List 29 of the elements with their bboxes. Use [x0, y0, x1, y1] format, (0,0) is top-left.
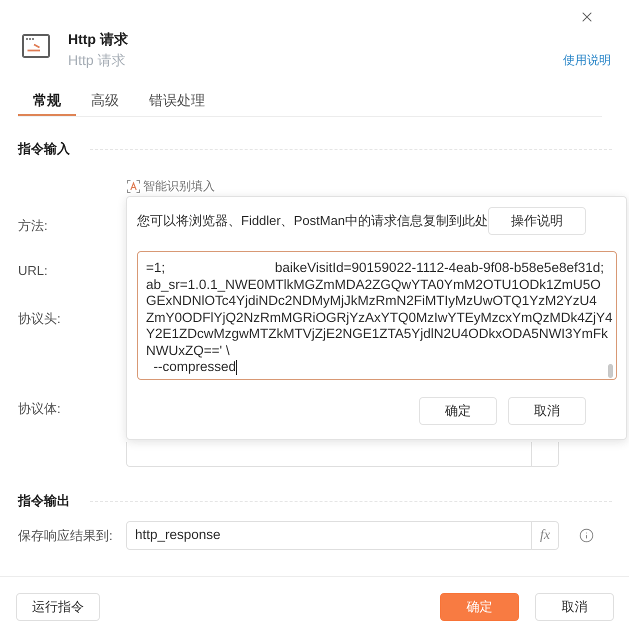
browser-window-icon [22, 34, 50, 58]
help-link[interactable]: 使用说明 [563, 49, 611, 71]
cancel-button[interactable]: 取消 [535, 593, 614, 621]
tab[interactable]: 错误处理 [134, 87, 220, 116]
smart-fill-button[interactable]: 智能识别填入 [127, 178, 215, 194]
dialog-title: Http 请求 [68, 30, 128, 49]
section-title: 指令输入 [18, 140, 70, 158]
run-command-button[interactable]: 运行指令 [16, 593, 100, 621]
request-text-field[interactable]: =1; baikeVisitId=90159022-1112-4eab-9f08-b58e5e8ef31d; ab_sr=1.0.1_NWE0MTlkMGZmMDA2ZGQwYTA0YmM2OTU1ODk1ZmU5O GExNDNlOTc4YjdiNDc2NDMyMjJkMzRmN2FiMTIyMzUwOTQ1YzM2YzU4 ZmY0ODFlYjQ2NzRmMGRiOGRjYzAxYTQ0MzIwYTEyMzcxYmQzMDk4ZjY4 Y2E1ZDcwMzgwMTZkMTVjZjE2NGE1ZTA5YjdlN2U4ODkxODA5NWI3YmFk NWUxZQ==' \ --compressed [137, 251, 617, 380]
dialog-subtitle: Http 请求 [68, 51, 127, 70]
function-button[interactable]: fx [531, 522, 558, 549]
field-label: 协议头: [18, 310, 61, 328]
tab[interactable]: 高级 [76, 87, 134, 116]
tab[interactable]: 常规 [18, 87, 76, 116]
text-cursor-icon [236, 360, 238, 375]
field-label: 保存响应结果到: [18, 528, 113, 542]
scrollbar[interactable] [608, 364, 613, 378]
scan-text-icon [127, 180, 140, 192]
body-field[interactable] [126, 442, 559, 467]
popover-cancel-button[interactable]: 取消 [508, 397, 586, 425]
field-label: URL: [18, 262, 48, 280]
section-title: 指令输出 [18, 492, 70, 510]
output-variable-field[interactable]: http_response fx [126, 521, 559, 550]
info-icon[interactable] [579, 528, 594, 543]
field-label: 协议体: [18, 400, 61, 418]
popover-confirm-button[interactable]: 确定 [419, 397, 497, 425]
guide-button[interactable]: 操作说明 [488, 207, 586, 235]
popover-hint: 您可以将浏览器、Fiddler、PostMan中的请求信息复制到此处 [137, 212, 488, 230]
field-label: 方法: [18, 217, 48, 235]
